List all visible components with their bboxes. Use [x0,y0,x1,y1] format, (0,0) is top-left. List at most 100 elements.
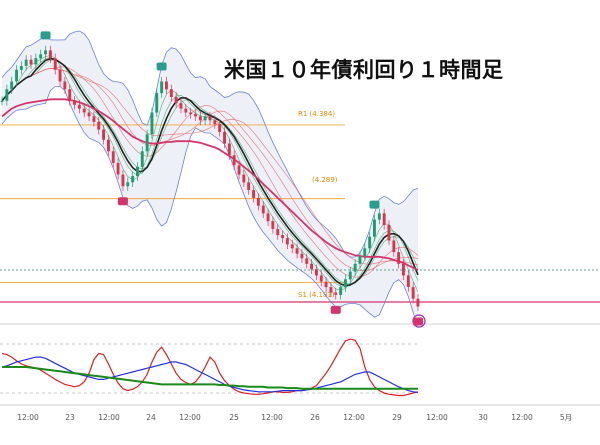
candle [256,197,260,206]
candle [223,131,226,144]
candle [198,116,202,121]
candle [155,93,159,113]
candle [300,253,304,259]
x-tick-label: 23 [65,413,75,422]
candle [334,292,338,295]
candle [10,81,14,90]
swing-low-marker [413,317,423,326]
candle [363,248,367,257]
x-tick-label: 12:00 [343,413,365,422]
candle [227,143,231,156]
swing-low-marker [117,197,128,206]
candle [218,124,222,132]
candle [295,248,299,254]
candle [0,100,4,102]
candle [339,287,343,295]
candle [358,256,362,264]
candle [189,112,193,115]
candle [392,240,396,253]
candle [102,129,105,140]
x-tick-label: 25 [229,413,239,422]
candle [203,116,207,121]
candle [136,166,139,177]
candle [145,134,149,152]
candle [184,108,188,113]
x-tick-label: 12:00 [426,413,448,422]
candle [126,182,130,187]
oscillator-line [2,366,418,390]
candle [24,59,28,66]
x-tick-label: 30 [478,413,488,422]
x-tick-label: 12:00 [17,413,39,422]
candle [63,81,67,90]
x-tick-label: 5月 [560,413,572,422]
candle [290,244,294,249]
candle [266,213,270,222]
candle [77,104,81,109]
level-label-pivot: (4.289) [312,176,338,184]
candle [368,236,372,249]
x-tick-label: 29 [392,413,402,422]
candle [121,174,125,187]
candle [276,228,280,236]
candle [305,258,309,264]
candle [271,221,275,229]
candle [131,176,135,183]
x-tick-label: 26 [310,413,320,422]
candle [382,213,386,225]
x-tick-label: 12:00 [98,413,120,422]
level-label-r1: R1 (4.384) [298,110,335,118]
chart-title: 米国１０年債利回り１時間足 [224,58,504,82]
x-tick-label: 24 [146,413,156,422]
candle [44,50,47,55]
candle [411,287,415,299]
candle [247,182,251,191]
candle [242,174,246,183]
candle [397,252,401,264]
swing-low-marker [330,305,341,314]
x-tick-label: 12:00 [511,413,533,422]
candle [329,287,333,293]
candle [58,69,62,82]
candle [319,275,323,282]
candle [34,58,38,65]
candle [107,139,110,152]
swing-high-marker [40,31,51,40]
candle [150,112,154,135]
candle [353,263,357,272]
swing-high-marker [369,200,380,209]
candle [174,97,178,104]
candle [377,213,381,220]
candle [15,69,18,82]
x-tick-label: 12:00 [179,413,201,422]
candle [116,162,120,175]
level-label-s1: S1 (4.181) [298,291,335,299]
candle [179,103,183,109]
candle [402,263,405,276]
candle [73,100,76,105]
candle [261,205,265,214]
oscillator-line [1,356,419,393]
candle [208,116,212,121]
candle [92,116,96,122]
candle [348,271,352,280]
candle [285,238,289,245]
candle [165,81,168,90]
candle [87,112,91,117]
candle [213,120,217,125]
candle [48,50,52,59]
x-tick-label: 12:00 [261,413,283,422]
candle [160,81,164,94]
candle [140,151,144,167]
candle [344,279,347,288]
candle [5,89,9,101]
candle [387,225,391,241]
candle [252,190,255,198]
swing-high-marker [156,62,167,71]
candle [324,281,328,288]
candle [97,121,101,130]
candle [310,263,313,270]
candle [232,155,236,166]
candle [315,269,318,276]
candle [237,165,241,175]
